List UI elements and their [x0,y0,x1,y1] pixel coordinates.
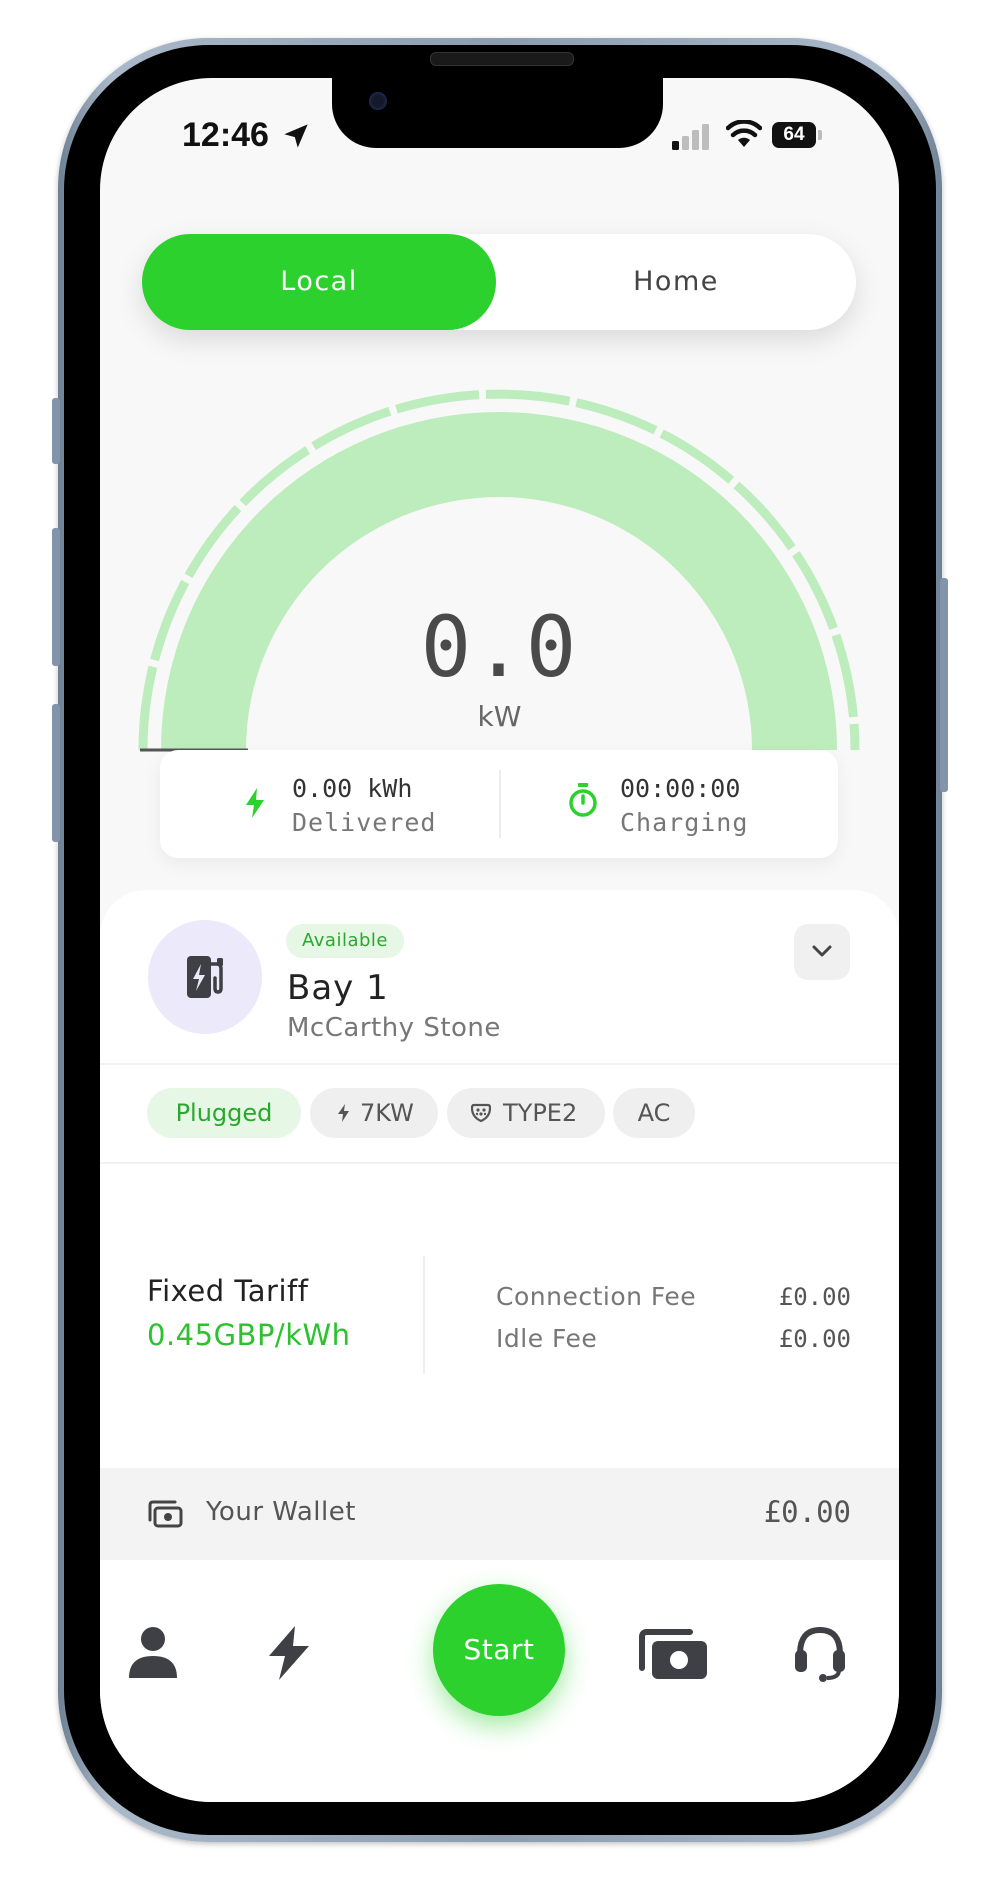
chip-current-label: AC [637,1099,671,1127]
bay-name: Bay 1 [287,968,389,1008]
chip-plugged: Plugged [147,1088,301,1138]
charging-stats-card: 0.00 kWh Delivered 00:00:00 Charging [160,750,838,858]
energy-delivered-value: 0.00 kWh [292,774,413,803]
tariff-divider [423,1256,425,1374]
bay-avatar [148,920,262,1034]
wallet-balance: £0.00 [763,1495,851,1529]
divider [100,1063,899,1065]
volume-down-button [52,704,60,842]
expand-bay-button[interactable] [794,924,850,980]
wallet-icon[interactable] [638,1628,710,1682]
bay-location: McCarthy Stone [287,1013,501,1043]
tariff-name: Fixed Tariff [147,1274,309,1308]
headset-icon[interactable] [793,1624,847,1682]
ev-charger-icon [187,956,223,998]
front-camera [369,92,387,110]
energy-delivered-label: Delivered [292,808,437,837]
idle-fee-label: Idle Fee [496,1324,598,1353]
wallet-label: Your Wallet [206,1497,356,1527]
wallet-icon [148,1500,183,1528]
bolt-icon [246,788,264,818]
chip-current: AC [613,1088,695,1138]
volume-up-button [52,528,60,666]
chip-connector-label: TYPE2 [503,1099,578,1127]
charging-time-value: 00:00:00 [620,774,741,803]
wallet-row[interactable]: Your Wallet £0.00 [100,1468,899,1560]
start-charging-button[interactable]: Start [433,1584,565,1716]
connection-fee-label: Connection Fee [496,1282,697,1311]
availability-badge: Available [286,924,404,958]
charging-time-label: Charging [620,808,749,837]
connection-fee-value: £0.00 [778,1283,851,1311]
tariff-rate: 0.45GBP/kWh [147,1318,351,1352]
bolt-icon[interactable] [267,1626,311,1680]
chip-plugged-label: Plugged [175,1099,273,1127]
user-icon[interactable] [127,1626,179,1680]
earpiece-speaker [430,52,574,66]
bolt-icon [338,1104,349,1122]
chip-power: 7KW [310,1088,438,1138]
divider [100,1162,899,1164]
type2-connector-icon [471,1103,491,1123]
chip-connector: TYPE2 [447,1088,605,1138]
idle-fee-value: £0.00 [778,1325,851,1353]
power-readout: 0.0 [420,598,579,696]
silent-switch [52,398,60,464]
stopwatch-icon [569,783,597,817]
chip-power-label: 7KW [360,1099,414,1127]
power-button [940,578,948,792]
stats-divider [499,770,501,838]
chevron-down-icon [812,945,832,957]
app-screen: 12:46 64 Local Home 0.0 kW 0.00 kWh Deli… [100,78,899,1802]
power-unit: kW [477,700,522,733]
